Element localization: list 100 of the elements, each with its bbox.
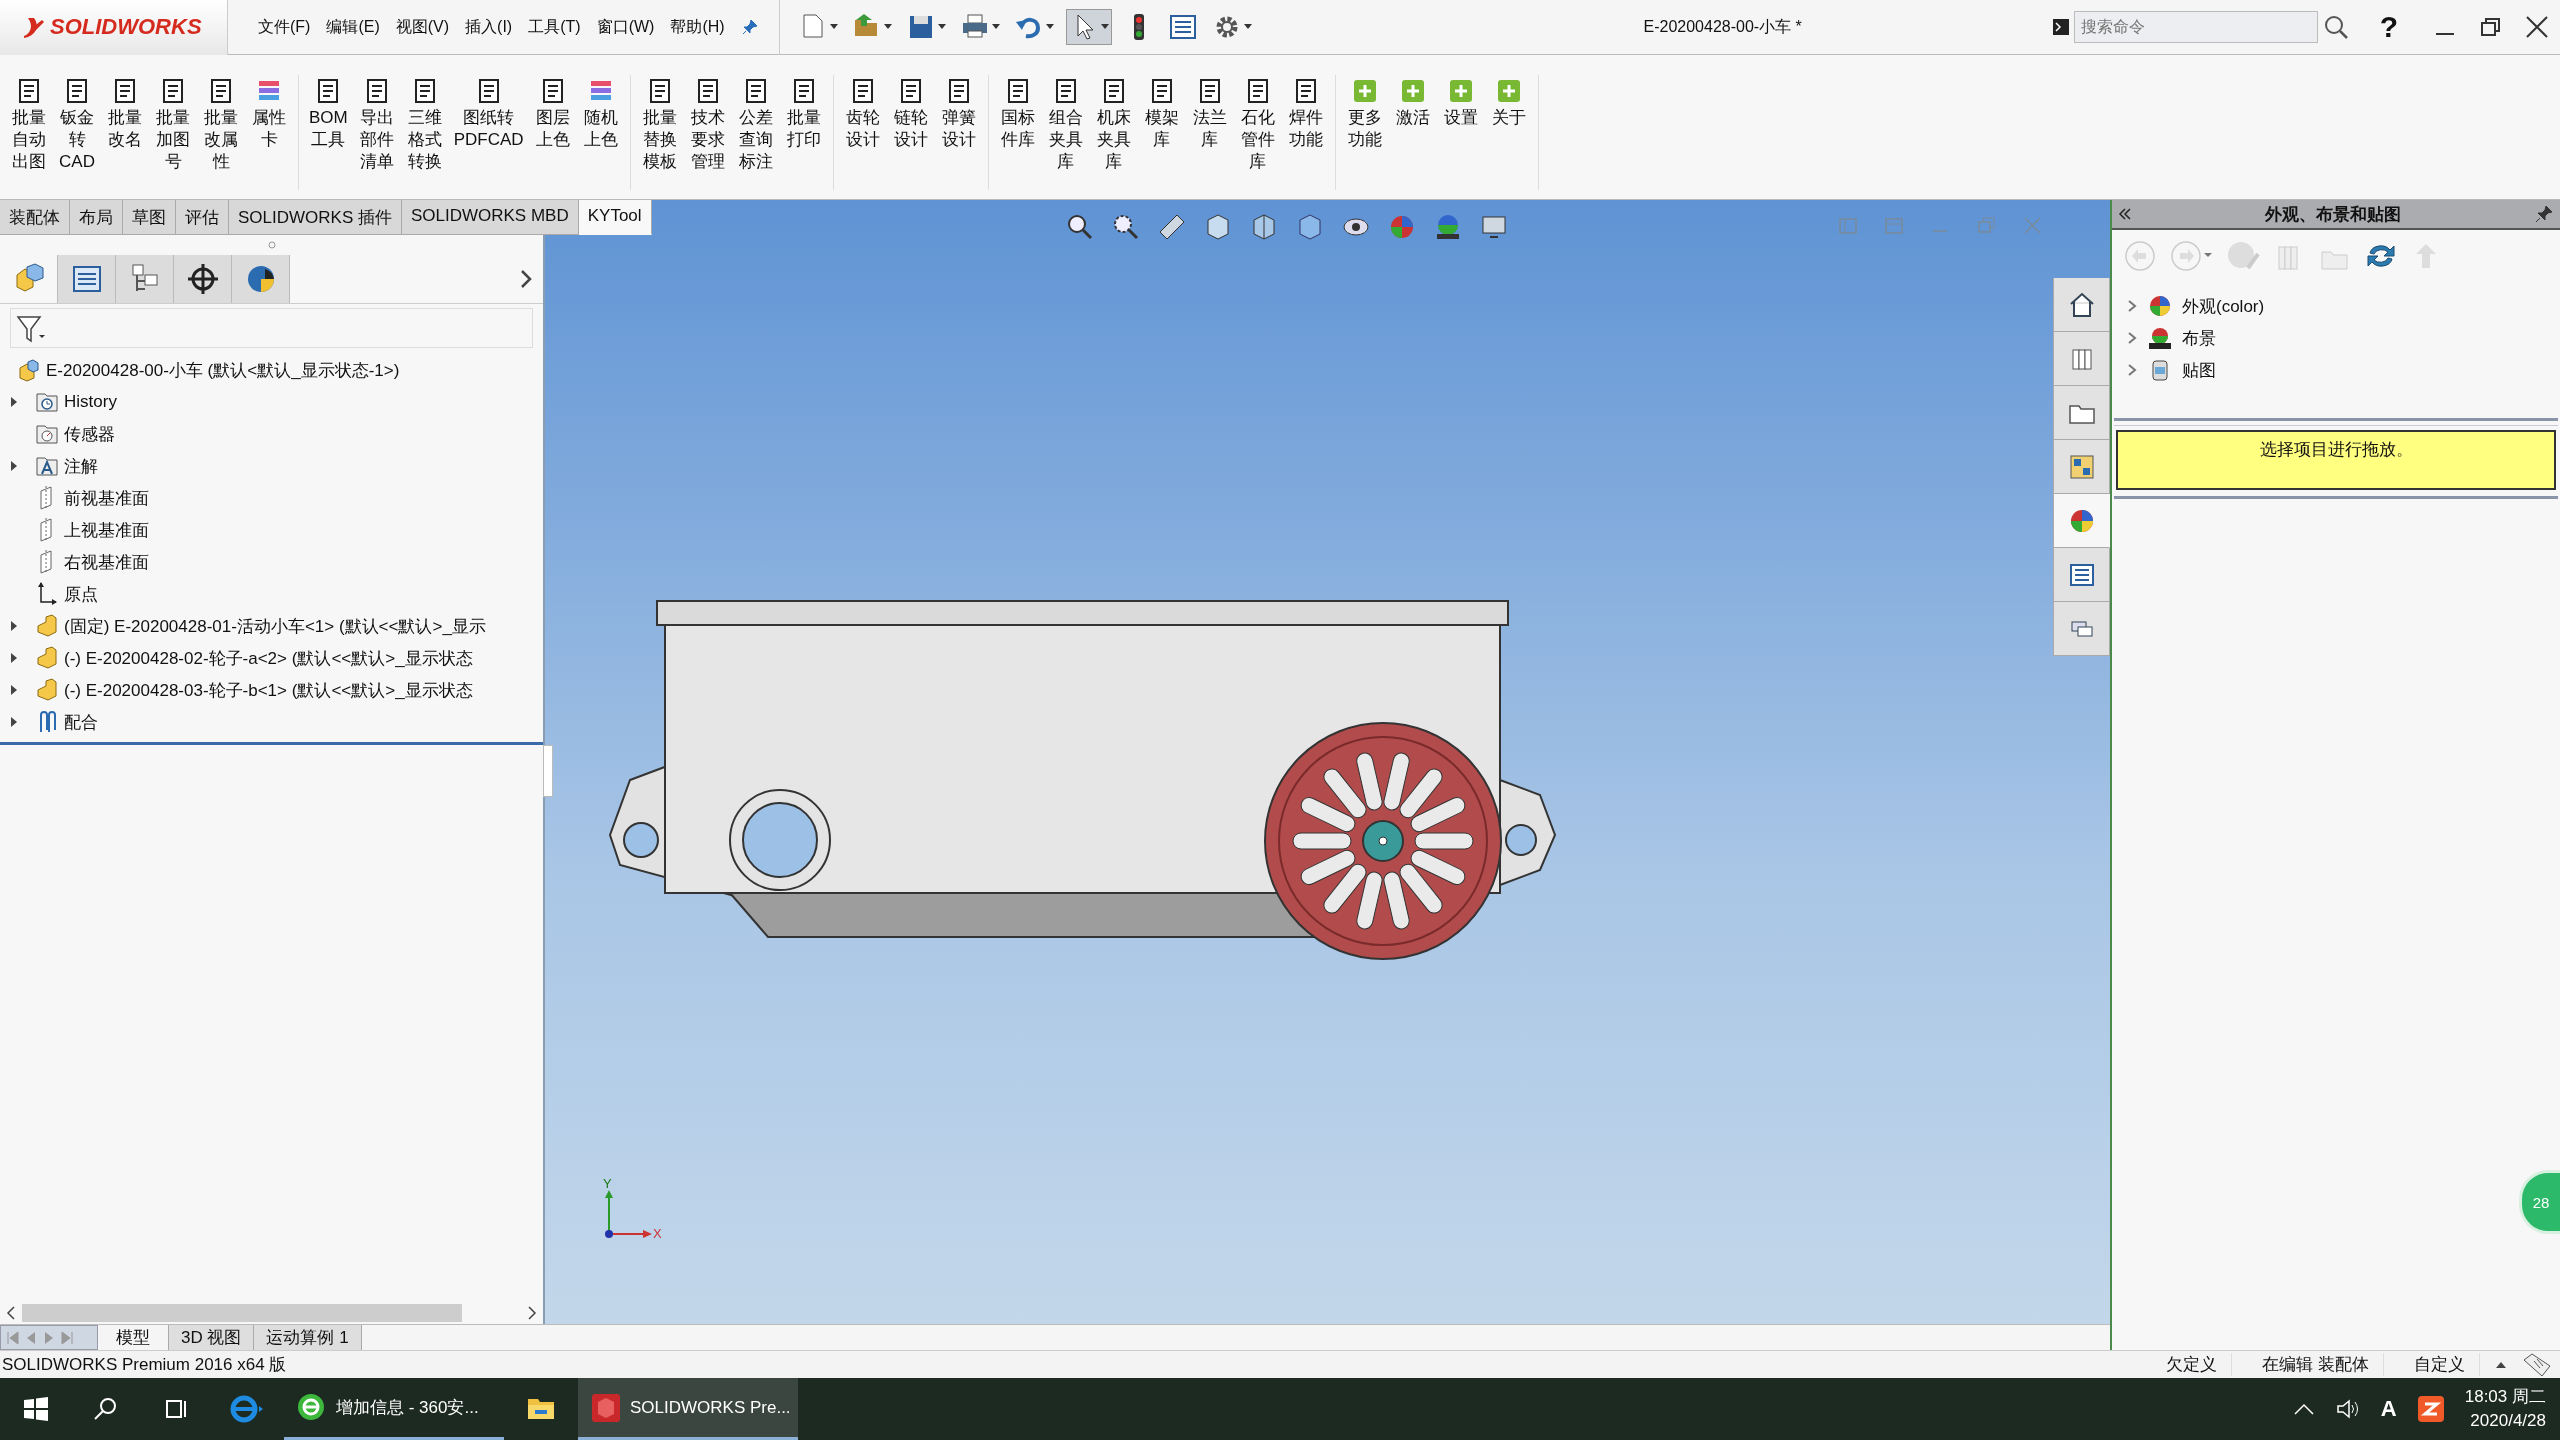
ribbon-button[interactable]: 批量 改属 性: [198, 75, 244, 190]
dropdown-arrow-icon[interactable]: [1045, 24, 1054, 30]
task-pane-tab[interactable]: [2053, 440, 2110, 494]
dropdown-arrow-icon[interactable]: [1243, 24, 1252, 30]
tree-item[interactable]: (-) E-20200428-03-轮子-b<1> (默认<<默认>_显示状态: [64, 678, 473, 702]
command-tab[interactable]: SOLIDWORKS 插件: [229, 200, 402, 235]
ribbon-button[interactable]: 图层 上色: [529, 75, 576, 190]
tree-item[interactable]: 配合: [64, 710, 98, 734]
ribbon-button[interactable]: 国标 件库: [994, 75, 1041, 190]
splitter-bar[interactable]: [2114, 418, 2558, 426]
ribbon-button[interactable]: 焊件 功能: [1282, 75, 1329, 190]
ribbon-button[interactable]: 链轮 设计: [887, 75, 934, 190]
task-pane-tab[interactable]: [2053, 386, 2110, 440]
search-field[interactable]: 搜索命令: [2073, 11, 2318, 43]
tree-item[interactable]: (-) E-20200428-02-轮子-a<2> (默认<<默认>_显示状态: [64, 646, 473, 670]
ribbon-button[interactable]: 法兰 库: [1186, 75, 1233, 190]
command-tab[interactable]: 评估: [176, 200, 229, 235]
model-tab[interactable]: 3D 视图: [169, 1325, 255, 1350]
ribbon-button[interactable]: 图纸转 PDFCAD: [449, 75, 528, 190]
ribbon-button[interactable]: 属性 卡: [246, 75, 292, 190]
tree-item[interactable]: 注解: [64, 454, 98, 478]
menu-item[interactable]: 插入(I): [465, 16, 513, 38]
taskbar-button[interactable]: SOLIDWORKS Pre...: [578, 1378, 798, 1440]
command-tab[interactable]: 草图: [123, 200, 176, 235]
command-tab[interactable]: KYTool: [578, 200, 652, 235]
ribbon-button[interactable]: 关于: [1485, 75, 1532, 190]
tree-item[interactable]: History: [64, 392, 117, 412]
dropdown-arrow-icon[interactable]: [1100, 24, 1109, 30]
ribbon-button[interactable]: 组合 夹具 库: [1042, 75, 1089, 190]
scroll-right-icon[interactable]: [525, 1305, 539, 1321]
clock[interactable]: 18:03 周二 2020/4/28: [2464, 1385, 2546, 1433]
zoom-area-icon[interactable]: [1111, 212, 1141, 242]
tag-icon[interactable]: [2522, 1351, 2552, 1378]
windows-start-icon[interactable]: [22, 1395, 50, 1423]
ribbon-button[interactable]: 批量 自动 出图: [6, 75, 52, 190]
menu-item[interactable]: 视图(V): [395, 16, 450, 38]
panel-tab[interactable]: [116, 255, 174, 303]
task-pane-tab[interactable]: [2053, 548, 2110, 602]
panel-tab[interactable]: [174, 255, 232, 303]
chevron-up-icon[interactable]: [2292, 1401, 2315, 1417]
dropdown-arrow-icon[interactable]: [829, 24, 838, 30]
ribbon-button[interactable]: 批量 改名: [102, 75, 148, 190]
taskbar-button[interactable]: 增加信息 - 360安...: [284, 1378, 504, 1440]
command-tab[interactable]: 装配体: [0, 200, 70, 235]
ribbon-button[interactable]: 更多 功能: [1341, 75, 1388, 190]
chevron-right-icon[interactable]: [519, 268, 533, 290]
panel-tab[interactable]: [232, 255, 290, 303]
collapse-chevrons-icon[interactable]: [2118, 207, 2132, 221]
tree-item[interactable]: 右视基准面: [64, 550, 149, 574]
dropdown-arrow-icon[interactable]: [991, 24, 1000, 30]
ribbon-button[interactable]: 设置: [1437, 75, 1484, 190]
ribbon-button[interactable]: 技术 要求 管理: [684, 75, 731, 190]
ribbon-button[interactable]: 钣金 转 CAD: [54, 75, 100, 190]
app-tray-icon[interactable]: [2416, 1395, 2445, 1423]
panel-tab[interactable]: [58, 255, 116, 303]
scroll-left-icon[interactable]: [4, 1305, 18, 1321]
caret-up-icon[interactable]: [2496, 1360, 2506, 1369]
zoom-fit-icon[interactable]: [1065, 212, 1095, 242]
tree-item[interactable]: 传感器: [64, 422, 115, 446]
help-button[interactable]: ?: [2375, 10, 2402, 44]
ribbon-button[interactable]: 齿轮 设计: [839, 75, 886, 190]
pin-icon[interactable]: [740, 18, 759, 36]
menu-item[interactable]: 编辑(E): [326, 16, 380, 38]
dropdown-arrow-icon[interactable]: [937, 24, 946, 30]
menu-item[interactable]: 工具(T): [528, 16, 581, 38]
tree-item[interactable]: 外观(color): [2182, 294, 2265, 318]
splitter-handle[interactable]: [543, 745, 553, 797]
ribbon-button[interactable]: 随机 上色: [577, 75, 624, 190]
ribbon-button[interactable]: 导出 部件 清单: [353, 75, 400, 190]
close-icon[interactable]: [2524, 14, 2550, 40]
pin-icon[interactable]: [2534, 204, 2554, 224]
tree-item[interactable]: 前视基准面: [64, 486, 149, 510]
ribbon-button[interactable]: 激活: [1389, 75, 1436, 190]
ribbon-button[interactable]: 批量 打印: [780, 75, 827, 190]
section-view-icon[interactable]: [1157, 212, 1187, 242]
speaker-icon[interactable]: [2334, 1397, 2361, 1421]
tree-item[interactable]: (固定) E-20200428-01-活动小车<1> (默认<<默认>_显示: [64, 614, 486, 638]
input-method-indicator[interactable]: A: [2380, 1396, 2397, 1422]
ribbon-button[interactable]: 弹簧 设计: [935, 75, 982, 190]
tree-item[interactable]: E-20200428-00-小车 (默认<默认_显示状态-1>): [46, 358, 400, 382]
task-pane-tab[interactable]: [2053, 278, 2110, 332]
filter-icon[interactable]: [15, 313, 45, 343]
tree-item[interactable]: 上视基准面: [64, 518, 149, 542]
ribbon-button[interactable]: 公差 查询 标注: [732, 75, 779, 190]
dropdown-arrow-icon[interactable]: [883, 24, 892, 30]
ribbon-button[interactable]: 模架 库: [1138, 75, 1185, 190]
ribbon-button[interactable]: 三维 格式 转换: [401, 75, 448, 190]
list-icon[interactable]: [1167, 12, 1198, 42]
ribbon-button[interactable]: 批量 替换 模板: [636, 75, 683, 190]
tree-item[interactable]: 贴图: [2182, 358, 2216, 382]
ribbon-button[interactable]: 批量 加图 号: [150, 75, 196, 190]
menu-item[interactable]: 窗口(W): [596, 16, 655, 38]
ribbon-button[interactable]: 石化 管件 库: [1234, 75, 1281, 190]
ribbon-button[interactable]: 机床 夹具 库: [1090, 75, 1137, 190]
command-tab[interactable]: 布局: [70, 200, 123, 235]
tree-item[interactable]: 原点: [64, 582, 98, 606]
model-tab[interactable]: 运动算例 1: [254, 1325, 362, 1350]
menu-item[interactable]: 文件(F): [258, 16, 311, 38]
scrollbar-thumb[interactable]: [22, 1304, 462, 1322]
ribbon-button[interactable]: BOM 工具: [305, 75, 352, 190]
